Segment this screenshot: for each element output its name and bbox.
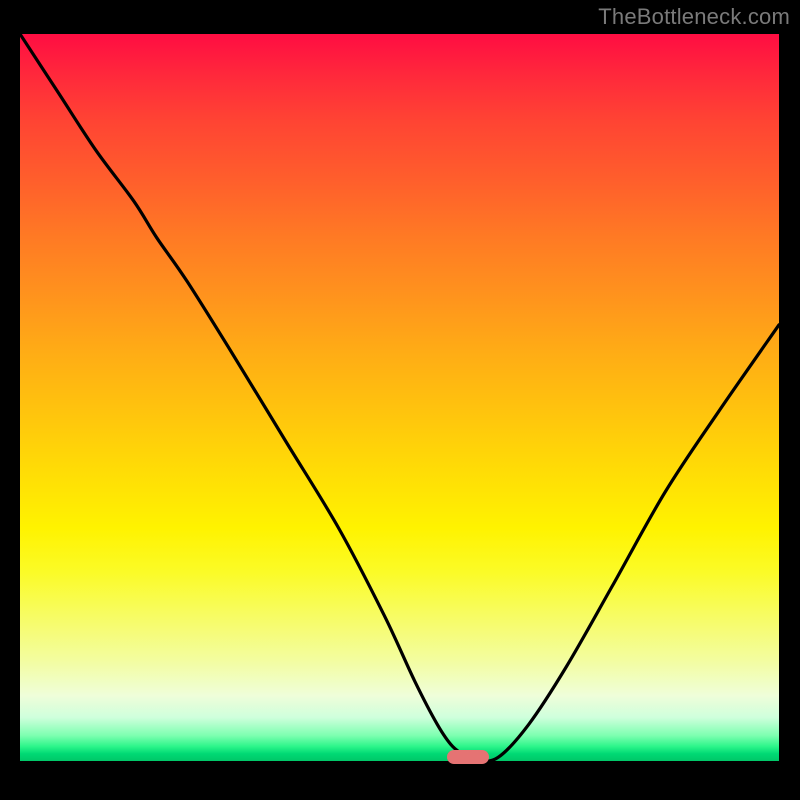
- optimal-point-marker: [447, 750, 489, 764]
- watermark-text: TheBottleneck.com: [598, 4, 790, 30]
- chart-frame: [20, 34, 779, 761]
- chart-gradient-background: [20, 34, 779, 761]
